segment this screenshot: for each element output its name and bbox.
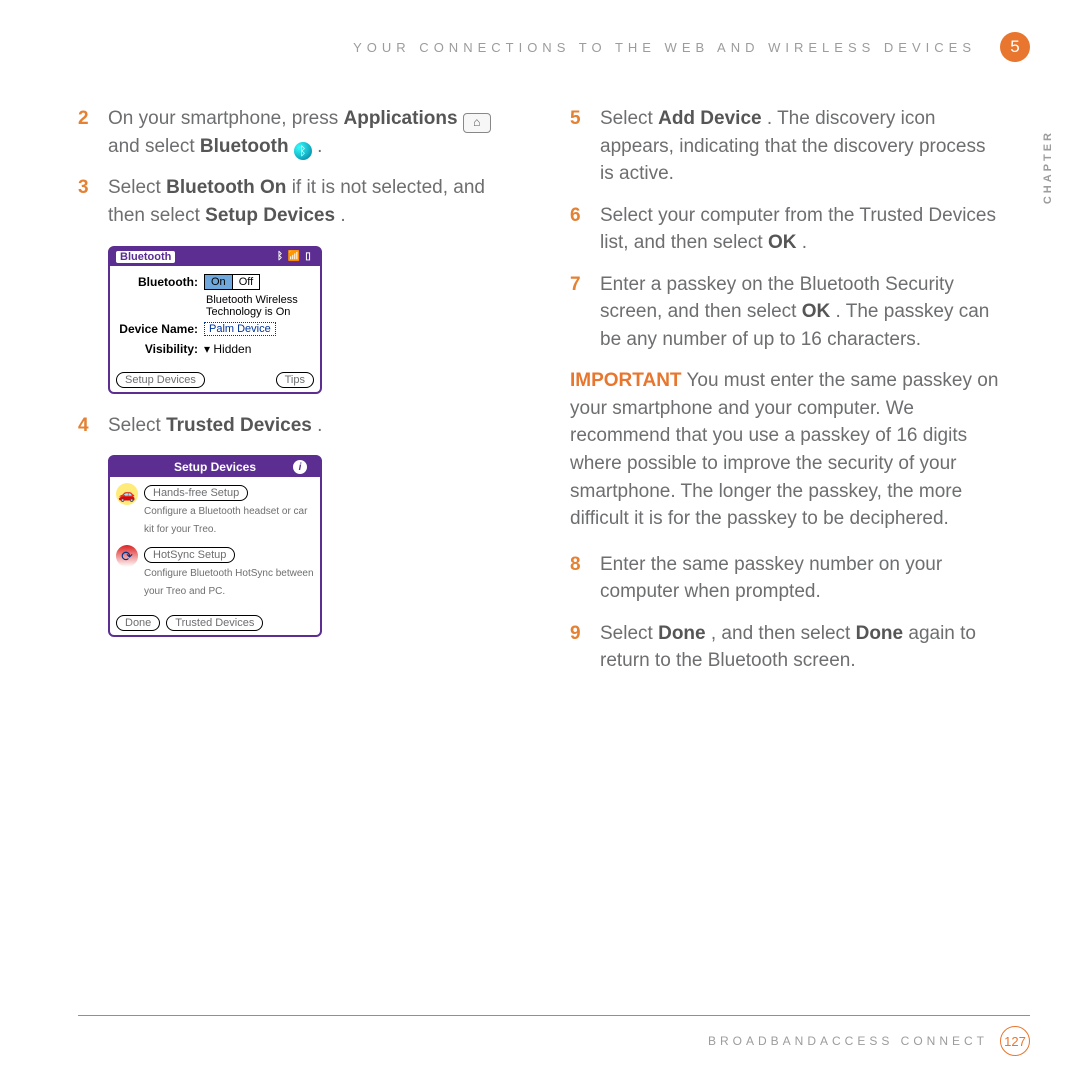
screen-title: Bluetooth	[116, 251, 175, 263]
done-button[interactable]: Done	[116, 615, 160, 631]
bold: Done	[856, 623, 904, 644]
step-number: 4	[78, 412, 94, 440]
step-6: 6 Select your computer from the Trusted …	[570, 202, 1002, 257]
step-number: 6	[570, 202, 586, 257]
text: On your smartphone, press	[108, 108, 344, 129]
bold: Bluetooth On	[166, 177, 286, 198]
bt-status-icon: ᛒ	[274, 251, 286, 263]
step-7: 7 Enter a passkey on the Bluetooth Secur…	[570, 271, 1002, 354]
setup-devices-screen: Setup Devices i 🚗 Hands-free Setup Confi…	[108, 455, 322, 637]
setup-devices-button[interactable]: Setup Devices	[116, 372, 205, 388]
text: Enter the same passkey number on your co…	[600, 551, 1002, 606]
toggle-off[interactable]: Off	[233, 275, 259, 289]
step-8: 8 Enter the same passkey number on your …	[570, 551, 1002, 606]
bold: Done	[658, 623, 706, 644]
step-2: 2 On your smartphone, press Applications…	[78, 105, 510, 160]
info-icon[interactable]: i	[292, 459, 308, 475]
step-number: 3	[78, 174, 94, 229]
text: Select	[600, 623, 658, 644]
important-label: IMPORTANT	[570, 370, 682, 391]
applications-icon: ⌂	[463, 113, 491, 133]
handsfree-icon: 🚗	[116, 483, 138, 505]
step-5: 5 Select Add Device . The discovery icon…	[570, 105, 1002, 188]
bluetooth-icon: ᛒ	[294, 142, 312, 160]
step-3: 3 Select Bluetooth On if it is not selec…	[78, 174, 510, 229]
bold: Bluetooth	[200, 136, 289, 157]
footer-text: BROADBANDACCESS CONNECT	[708, 1034, 988, 1048]
step-number: 8	[570, 551, 586, 606]
visibility-label: Visibility:	[118, 342, 198, 356]
device-name-field[interactable]: Palm Device	[204, 322, 276, 336]
hotsync-icon: ⟳	[116, 545, 138, 567]
step-number: 5	[570, 105, 586, 188]
bold: Applications	[344, 108, 458, 129]
step-number: 2	[78, 105, 94, 160]
running-header: YOUR CONNECTIONS TO THE WEB AND WIRELESS…	[78, 40, 1002, 55]
screen-title: Setup Devices	[174, 460, 256, 474]
bold: OK	[768, 232, 797, 253]
bt-toggle[interactable]: On Off	[204, 274, 260, 290]
bold: Add Device	[658, 108, 761, 129]
signal-icon: 📶	[288, 251, 300, 263]
bold: Trusted Devices	[166, 415, 312, 436]
visibility-dropdown[interactable]: Hidden	[204, 342, 251, 356]
chapter-badge: 5	[1000, 32, 1030, 62]
text: Select your computer from the Trusted De…	[600, 205, 996, 254]
trusted-devices-button[interactable]: Trusted Devices	[166, 615, 263, 631]
battery-icon: ▯	[302, 251, 314, 263]
handsfree-sub: Configure a Bluetooth headset or car kit…	[144, 506, 307, 535]
bt-label: Bluetooth:	[118, 275, 198, 289]
text: .	[317, 136, 322, 157]
tips-button[interactable]: Tips	[276, 372, 314, 388]
page-number: 127	[1000, 1026, 1030, 1056]
toggle-on[interactable]: On	[205, 275, 233, 289]
device-name-label: Device Name:	[118, 322, 198, 336]
text: .	[340, 205, 345, 226]
step-number: 7	[570, 271, 586, 354]
text: , and then select	[711, 623, 856, 644]
page-footer: BROADBANDACCESS CONNECT 127	[78, 1015, 1030, 1056]
important-text: You must enter the same passkey on your …	[570, 370, 998, 529]
text: .	[317, 415, 322, 436]
bluetooth-screen: Bluetooth ᛒ 📶 ▯ Bluetooth: On Off	[108, 246, 322, 394]
text: Select	[108, 415, 166, 436]
chapter-side-label: CHAPTER	[1042, 130, 1054, 204]
bt-status-text: Bluetooth Wireless Technology is On	[206, 294, 312, 318]
step-4: 4 Select Trusted Devices .	[78, 412, 510, 440]
text: Select	[108, 177, 166, 198]
hotsync-sub: Configure Bluetooth HotSync between your…	[144, 568, 314, 597]
bold: Setup Devices	[205, 205, 335, 226]
text: .	[802, 232, 807, 253]
step-9: 9 Select Done , and then select Done aga…	[570, 620, 1002, 675]
handsfree-setup-button[interactable]: Hands-free Setup	[144, 485, 248, 501]
text: Select	[600, 108, 658, 129]
bold: OK	[802, 301, 831, 322]
text: and select	[108, 136, 200, 157]
hotsync-setup-button[interactable]: HotSync Setup	[144, 547, 235, 563]
important-note: IMPORTANT You must enter the same passke…	[570, 367, 1002, 532]
step-number: 9	[570, 620, 586, 675]
